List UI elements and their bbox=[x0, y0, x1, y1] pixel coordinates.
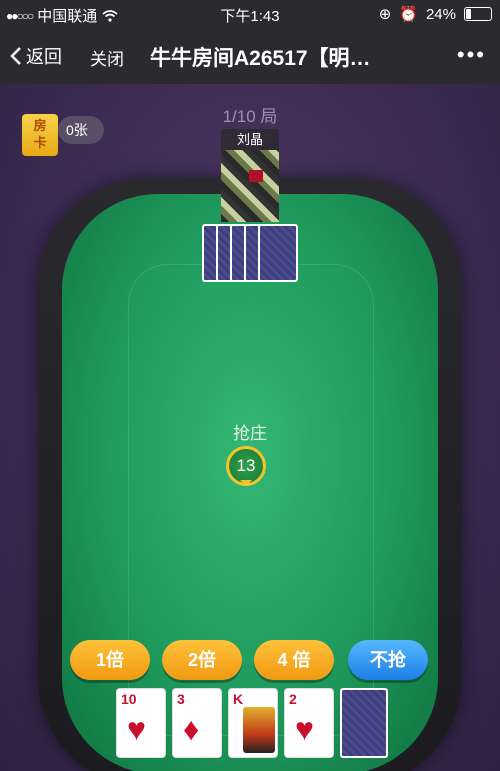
opponent-avatar[interactable] bbox=[221, 150, 279, 222]
hand-card[interactable]: 2 ♥ bbox=[284, 688, 334, 758]
no-grab-button[interactable]: 不抢 bbox=[348, 640, 428, 680]
chevron-left-icon bbox=[10, 47, 21, 65]
king-face-icon bbox=[243, 707, 275, 753]
card-rank: 3 bbox=[177, 691, 185, 707]
more-button[interactable]: ••• bbox=[457, 42, 486, 68]
page-title: 牛牛房间A26517【明… bbox=[150, 47, 371, 70]
card-suit: ♥ bbox=[127, 711, 146, 747]
card-suit: ♦ bbox=[183, 711, 200, 747]
battery-icon bbox=[464, 7, 492, 21]
battery-percent: 24% bbox=[425, 5, 456, 23]
hand-card[interactable]: 3 ♦ bbox=[172, 688, 222, 758]
hand-card[interactable]: K bbox=[228, 688, 278, 758]
game-area: 房卡 0张 1/10 局 刘晶 抢庄 13 1倍 2倍 4 倍 不抢 10 ♥ … bbox=[0, 84, 500, 771]
card-rank: 10 bbox=[121, 691, 137, 707]
close-button[interactable]: 关闭 bbox=[90, 45, 124, 70]
rotation-lock-icon: ⊕ bbox=[378, 6, 392, 23]
bet-2x-button[interactable]: 2倍 bbox=[162, 640, 242, 680]
hand-card[interactable]: 10 ♥ bbox=[116, 688, 166, 758]
card-rank: 2 bbox=[289, 691, 297, 707]
opponent-name: 刘晶 bbox=[221, 129, 279, 151]
hidden-hand-card[interactable] bbox=[340, 688, 388, 758]
bet-1x-button[interactable]: 1倍 bbox=[70, 640, 150, 680]
grab-banker-label: 抢庄 bbox=[233, 424, 267, 443]
round-indicator: 1/10 局 bbox=[222, 107, 278, 126]
status-bar: ●●○○○ 中国联通 下午1:43 ⊕ ⏰ 24% bbox=[0, 0, 500, 28]
bet-4x-button[interactable]: 4 倍 bbox=[254, 640, 334, 680]
alarm-icon: ⏰ bbox=[399, 6, 418, 23]
nav-bar: 返回 关闭 牛牛房间A26517【明… ••• bbox=[0, 28, 500, 84]
card-suit: ♥ bbox=[295, 711, 314, 747]
opponent-card bbox=[258, 224, 298, 282]
back-button[interactable]: 返回 bbox=[10, 43, 62, 69]
back-label: 返回 bbox=[26, 47, 62, 67]
card-rank: K bbox=[233, 691, 244, 707]
countdown-timer: 13 bbox=[226, 446, 266, 486]
